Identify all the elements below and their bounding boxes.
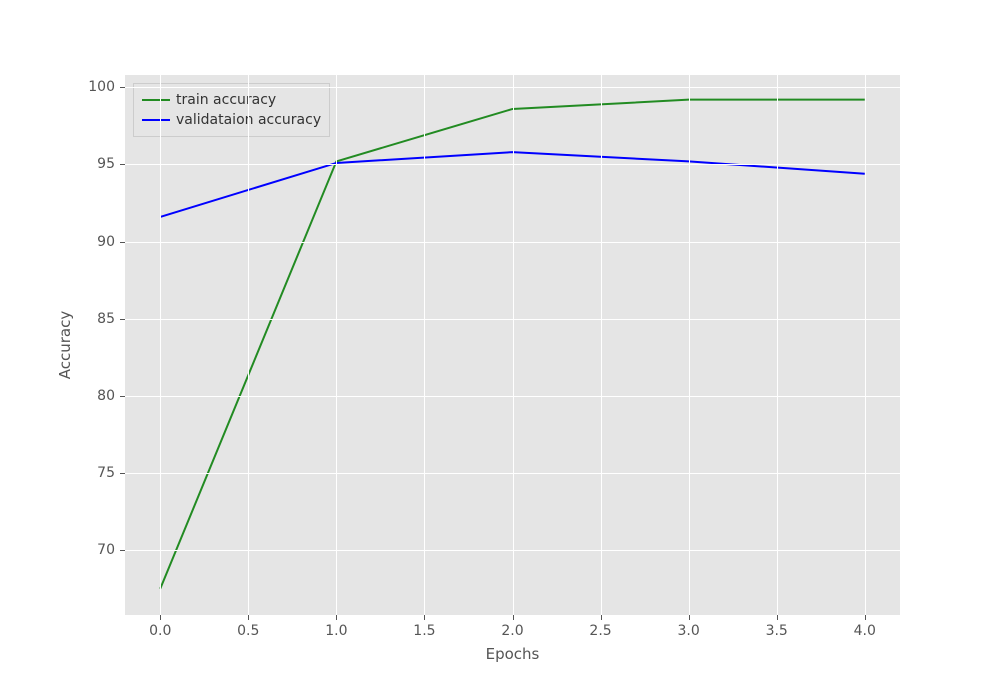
legend-swatch: [142, 119, 170, 121]
x-tick-mark: [513, 615, 514, 620]
x-tick-mark: [601, 615, 602, 620]
y-tick-label: 85: [97, 311, 115, 327]
x-tick-mark: [424, 615, 425, 620]
x-axis-label: Epochs: [486, 645, 540, 663]
gridline-vertical: [248, 75, 249, 615]
y-tick-mark: [120, 473, 125, 474]
y-tick-mark: [120, 164, 125, 165]
y-tick-label: 90: [97, 234, 115, 250]
x-tick-mark: [865, 615, 866, 620]
legend-swatch: [142, 99, 170, 101]
x-tick-label: 3.5: [766, 623, 788, 639]
legend-entry: train accuracy: [142, 90, 321, 110]
gridline-horizontal: [125, 473, 900, 474]
gridline-vertical: [777, 75, 778, 615]
y-tick-label: 75: [97, 465, 115, 481]
gridline-vertical: [513, 75, 514, 615]
gridline-vertical: [601, 75, 602, 615]
x-tick-label: 1.0: [325, 623, 347, 639]
y-tick-label: 70: [97, 542, 115, 558]
gridline-horizontal: [125, 242, 900, 243]
legend-entry: validataion accuracy: [142, 110, 321, 130]
y-axis-label: Accuracy: [56, 311, 74, 379]
legend-label: train accuracy: [176, 90, 276, 110]
gridline-horizontal: [125, 319, 900, 320]
gridline-vertical: [689, 75, 690, 615]
gridline-horizontal: [125, 87, 900, 88]
x-tick-mark: [777, 615, 778, 620]
y-tick-mark: [120, 87, 125, 88]
plot-area: train accuracyvalidataion accuracy: [125, 75, 900, 615]
x-tick-label: 0.5: [237, 623, 259, 639]
x-tick-label: 2.0: [501, 623, 523, 639]
gridline-vertical: [865, 75, 866, 615]
x-tick-mark: [336, 615, 337, 620]
y-tick-mark: [120, 396, 125, 397]
x-tick-label: 1.5: [413, 623, 435, 639]
gridline-horizontal: [125, 164, 900, 165]
x-tick-mark: [689, 615, 690, 620]
y-tick-label: 95: [97, 156, 115, 172]
y-tick-mark: [120, 550, 125, 551]
x-tick-label: 0.0: [149, 623, 171, 639]
x-tick-label: 4.0: [854, 623, 876, 639]
x-tick-label: 3.0: [677, 623, 699, 639]
figure: train accuracyvalidataion accuracy Epoch…: [0, 0, 1000, 700]
gridline-horizontal: [125, 396, 900, 397]
x-tick-mark: [248, 615, 249, 620]
y-tick-label: 80: [97, 388, 115, 404]
gridline-vertical: [424, 75, 425, 615]
y-tick-label: 100: [88, 79, 115, 95]
y-tick-mark: [120, 319, 125, 320]
gridline-vertical: [336, 75, 337, 615]
x-tick-label: 2.5: [589, 623, 611, 639]
legend: train accuracyvalidataion accuracy: [133, 83, 330, 137]
gridline-vertical: [160, 75, 161, 615]
y-tick-mark: [120, 242, 125, 243]
gridline-horizontal: [125, 550, 900, 551]
x-tick-mark: [160, 615, 161, 620]
